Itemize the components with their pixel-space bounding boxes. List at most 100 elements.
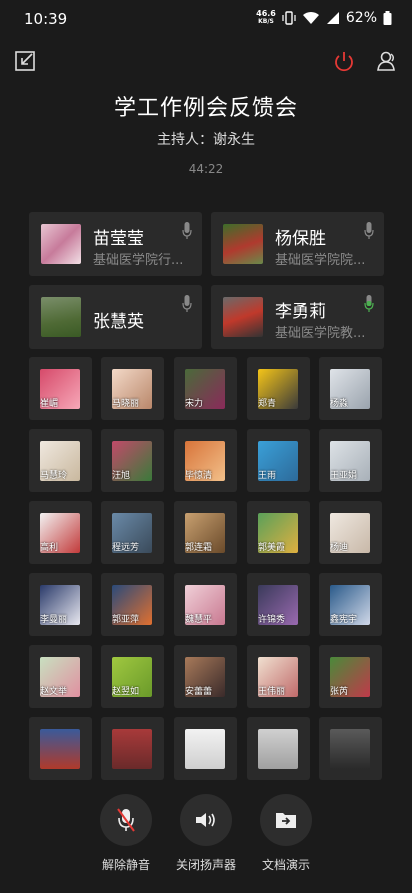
participant-name: 许锦秀 [258,615,286,625]
participant-name: 王亚娟 [330,471,358,481]
speaker-icon [180,794,232,846]
participant-tile[interactable]: 程远芳 [101,501,164,564]
speaker-dept: 基础医学院教... [275,326,366,341]
participant-name: 赵翌如 [112,687,140,697]
avatar [112,729,152,769]
participant-tile[interactable]: 毕惊清 [174,429,237,492]
battery-icon [383,11,392,25]
leave-meeting-power-icon[interactable] [333,50,355,72]
status-time: 10:39 [24,10,68,28]
control-bar: 解除静音 关闭扬声器 文档演示 [0,790,412,893]
participant-tile[interactable] [247,717,310,780]
participant-name: 王伟丽 [258,687,286,697]
participant-name: 郑青 [258,399,277,409]
participant-name: 马晓丽 [112,399,140,409]
mic-icon [182,222,192,239]
speaker-card[interactable]: 杨保胜 基础医学院院... [211,212,384,276]
participant-tile[interactable]: 杨淼 [319,357,382,420]
participant-tile[interactable]: 郑青 [247,357,310,420]
speaker-off-button[interactable]: 关闭扬声器 [176,794,236,873]
participant-name: 汪旭 [112,471,131,481]
status-icons: 46.6 KB/S 62% [256,10,392,26]
speaker-name: 苗莹莹 [93,229,144,249]
participant-name: 马慧玲 [40,471,68,481]
participant-tile[interactable] [29,717,92,780]
participant-name: 赵文举 [40,687,68,697]
participant-tile[interactable]: 张芮 [319,645,382,708]
speaker-name: 李勇莉 [275,302,326,322]
participant-tile[interactable]: 鑫宪宇 [319,573,382,636]
speaker-name: 张慧英 [93,312,144,332]
minimize-window-icon[interactable] [14,50,36,72]
participant-name: 杨淼 [330,399,349,409]
participant-name: 程远芳 [112,543,140,553]
participant-tile[interactable]: 马慧玲 [29,429,92,492]
participant-tile[interactable]: 宋力 [174,357,237,420]
participant-tile[interactable] [174,717,237,780]
participant-tile[interactable]: 李曼丽 [29,573,92,636]
speaker-off-label: 关闭扬声器 [176,858,237,872]
speaker-dept: 基础医学院院... [275,253,366,268]
participant-tile[interactable]: 王雨 [247,429,310,492]
avatar [223,297,263,337]
net-speed-value: 46.6 [256,9,276,18]
participant-tile[interactable]: 崔嵋 [29,357,92,420]
participant-tile[interactable]: 郭连霜 [174,501,237,564]
speaker-name: 杨保胜 [275,229,326,249]
participants-icon[interactable] [376,50,398,72]
unmute-button[interactable]: 解除静音 [96,794,156,873]
participant-tile[interactable]: 安蕾蕾 [174,645,237,708]
document-share-label: 文档演示 [261,858,310,872]
avatar [223,224,263,264]
avatar [258,729,298,769]
participant-name: 张芮 [330,687,349,697]
participant-name: 鑫宪宇 [330,615,358,625]
wifi-icon [302,11,319,24]
meeting-timer: 44:22 [188,162,224,176]
speaker-card[interactable]: 李勇莉 基础医学院教... [211,285,384,349]
unmute-label: 解除静音 [101,858,150,872]
meeting-title: 学工作例会反馈会 [113,96,298,121]
participant-tile[interactable]: 马晓丽 [101,357,164,420]
participant-name: 毕惊清 [185,471,213,481]
participant-tile[interactable]: 魏慧平 [174,573,237,636]
meeting-host: 主持人：谢永生 [157,132,255,148]
mic-muted-icon [100,794,152,846]
participant-tile[interactable]: 杨迪 [319,501,382,564]
participant-name: 杨迪 [330,543,349,553]
participant-name: 魏慧平 [185,615,213,625]
vibrate-icon [282,11,296,25]
participant-tile[interactable]: 高利 [29,501,92,564]
document-share-button[interactable]: 文档演示 [256,794,316,873]
participant-tile[interactable] [319,717,382,780]
avatar [40,729,80,769]
participant-tile[interactable] [101,717,164,780]
participant-tile[interactable]: 郭美霞 [247,501,310,564]
participant-tile[interactable]: 王伟丽 [247,645,310,708]
participant-tile[interactable]: 赵文举 [29,645,92,708]
mic-active-icon [364,295,374,312]
participant-tile[interactable]: 许锦秀 [247,573,310,636]
battery-level: 62% [345,10,377,26]
participant-tile[interactable]: 郭亚萍 [101,573,164,636]
participant-name: 崔嵋 [40,399,59,409]
participant-name: 王雨 [258,471,277,481]
mic-icon [182,295,192,312]
participant-tile[interactable]: 赵翌如 [101,645,164,708]
avatar [330,729,370,769]
mic-icon [364,222,374,239]
status-bar: 10:39 46.6 KB/S 62% [0,0,412,36]
participant-name: 宋力 [185,399,204,409]
speaker-card[interactable]: 张慧英 [29,285,202,349]
avatar [185,729,225,769]
avatar [41,224,81,264]
net-speed-unit: KB/S [258,18,274,25]
participant-name: 安蕾蕾 [185,687,213,697]
speaker-card[interactable]: 苗莹莹 基础医学院行... [29,212,202,276]
net-speed: 46.6 KB/S [256,10,276,26]
participant-tile[interactable]: 王亚娟 [319,429,382,492]
participant-name: 郭连霜 [185,543,213,553]
participant-tile[interactable]: 汪旭 [101,429,164,492]
participant-name: 郭亚萍 [112,615,140,625]
folder-share-icon [260,794,312,846]
